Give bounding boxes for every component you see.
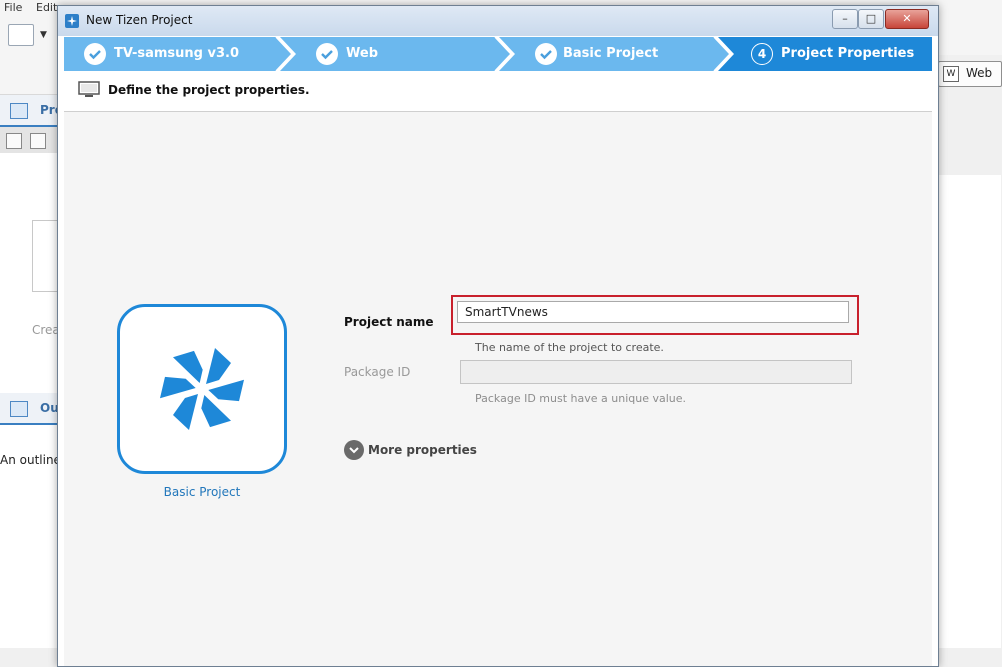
- step-label: Basic Project: [563, 46, 659, 61]
- description-text: Define the project properties.: [108, 83, 310, 97]
- dialog-titlebar[interactable]: New Tizen Project – □ ✕: [58, 6, 938, 36]
- tab-label: Ou: [40, 401, 59, 415]
- maximize-button[interactable]: □: [858, 9, 884, 29]
- outline-icon: [10, 401, 28, 417]
- outline-text: An outline: [0, 453, 61, 467]
- wizard-stepper: TV-samsung v3.0 Web Basic Project 4 Proj…: [64, 37, 932, 71]
- step-label: Project Properties: [781, 46, 915, 61]
- step-project-properties: 4 Project Properties: [718, 37, 932, 71]
- web-perspective-icon: W: [943, 66, 959, 82]
- project-explorer-icon: [10, 103, 28, 119]
- step-label: TV-samsung v3.0: [114, 46, 240, 61]
- step-web: Web: [296, 37, 511, 71]
- explorer-toolbar: [0, 127, 58, 153]
- tizen-app-icon: [65, 14, 79, 28]
- check-icon: [84, 43, 106, 65]
- check-icon: [535, 43, 557, 65]
- menu-file[interactable]: File: [4, 1, 22, 14]
- tab-project-explorer[interactable]: Pro: [0, 95, 63, 127]
- new-project-dialog: New Tizen Project – □ ✕ TV-samsung v3.0 …: [57, 5, 939, 667]
- link-editor-icon[interactable]: [30, 133, 46, 149]
- dialog-title: New Tizen Project: [86, 13, 193, 27]
- package-id-label: Package ID: [344, 365, 411, 379]
- project-name-hint: The name of the project to create.: [475, 341, 664, 354]
- more-properties-label: More properties: [368, 443, 477, 457]
- chevron-down-icon: [344, 440, 364, 460]
- monitor-icon: [78, 81, 100, 97]
- explorer-hint: Crea: [32, 323, 60, 337]
- chevron-down-icon[interactable]: ▼: [40, 30, 47, 40]
- web-perspective-button[interactable]: W Web: [938, 61, 1002, 87]
- web-perspective-label: Web: [966, 66, 993, 80]
- tizen-pinwheel-icon: [159, 348, 245, 430]
- dialog-content: Basic Project Project name The name of t…: [64, 112, 932, 666]
- collapse-all-icon[interactable]: [6, 133, 22, 149]
- description-bar: Define the project properties.: [64, 71, 932, 112]
- step-label: Web: [346, 46, 378, 61]
- package-id-input: [460, 360, 852, 384]
- template-label: Basic Project: [163, 485, 241, 499]
- new-project-button[interactable]: [8, 24, 34, 46]
- editor-area: [938, 175, 1001, 648]
- step-platform: TV-samsung v3.0: [64, 37, 292, 71]
- template-tile[interactable]: [117, 304, 287, 474]
- step-basic-project: Basic Project: [515, 37, 730, 71]
- menu-edit[interactable]: Edit: [36, 1, 57, 14]
- tab-outline[interactable]: Ou: [0, 393, 59, 425]
- step-number: 4: [751, 43, 773, 65]
- ide-left-panel: Pro Crea Ou An outline: [0, 95, 64, 648]
- close-button[interactable]: ✕: [885, 9, 929, 29]
- ide-right-panel: W Web: [938, 55, 1002, 648]
- project-name-label: Project name: [344, 315, 434, 329]
- project-name-input[interactable]: [457, 301, 849, 323]
- package-id-hint: Package ID must have a unique value.: [475, 392, 687, 405]
- minimize-button[interactable]: –: [832, 9, 858, 29]
- check-icon: [316, 43, 338, 65]
